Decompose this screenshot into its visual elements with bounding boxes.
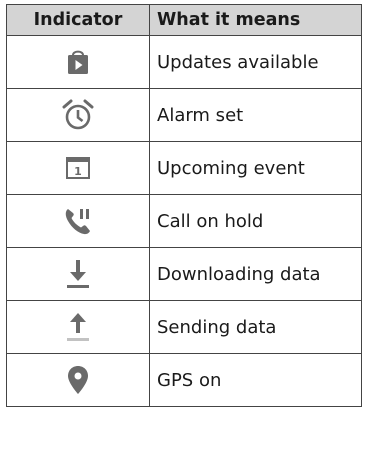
location-pin-icon <box>68 366 88 394</box>
indicator-cell <box>6 35 150 89</box>
download-arrow-icon <box>67 260 89 288</box>
svg-text:1: 1 <box>74 165 82 178</box>
meaning-cell: Sending data <box>149 300 362 354</box>
header-indicator: Indicator <box>6 4 150 36</box>
table-row: Alarm set <box>6 88 362 142</box>
indicator-cell <box>6 88 150 142</box>
indicator-cell <box>6 247 150 301</box>
calendar-event-icon: 1 <box>66 157 90 179</box>
table-row: Downloading data <box>6 247 362 301</box>
indicator-cell <box>6 194 150 248</box>
indicator-table: Indicator What it means Updates availabl… <box>6 4 362 407</box>
meaning-cell: Alarm set <box>149 88 362 142</box>
meaning-cell: Updates available <box>149 35 362 89</box>
indicator-cell: 1 <box>6 141 150 195</box>
meaning-cell: Downloading data <box>149 247 362 301</box>
play-store-update-icon <box>68 50 88 74</box>
table-header-row: Indicator What it means <box>6 4 362 36</box>
upload-arrow-icon <box>67 313 89 341</box>
table-row: Call on hold <box>6 194 362 248</box>
header-what-it-means: What it means <box>149 4 362 36</box>
table-row: GPS on <box>6 353 362 407</box>
table-row: 1 Upcoming event <box>6 141 362 195</box>
indicator-cell <box>6 300 150 354</box>
meaning-cell: Upcoming event <box>149 141 362 195</box>
table-row: Updates available <box>6 35 362 89</box>
indicator-cell <box>6 353 150 407</box>
meaning-cell: GPS on <box>149 353 362 407</box>
table-row: Sending data <box>6 300 362 354</box>
phone-hold-icon <box>65 209 90 235</box>
alarm-clock-icon <box>62 99 94 130</box>
meaning-cell: Call on hold <box>149 194 362 248</box>
